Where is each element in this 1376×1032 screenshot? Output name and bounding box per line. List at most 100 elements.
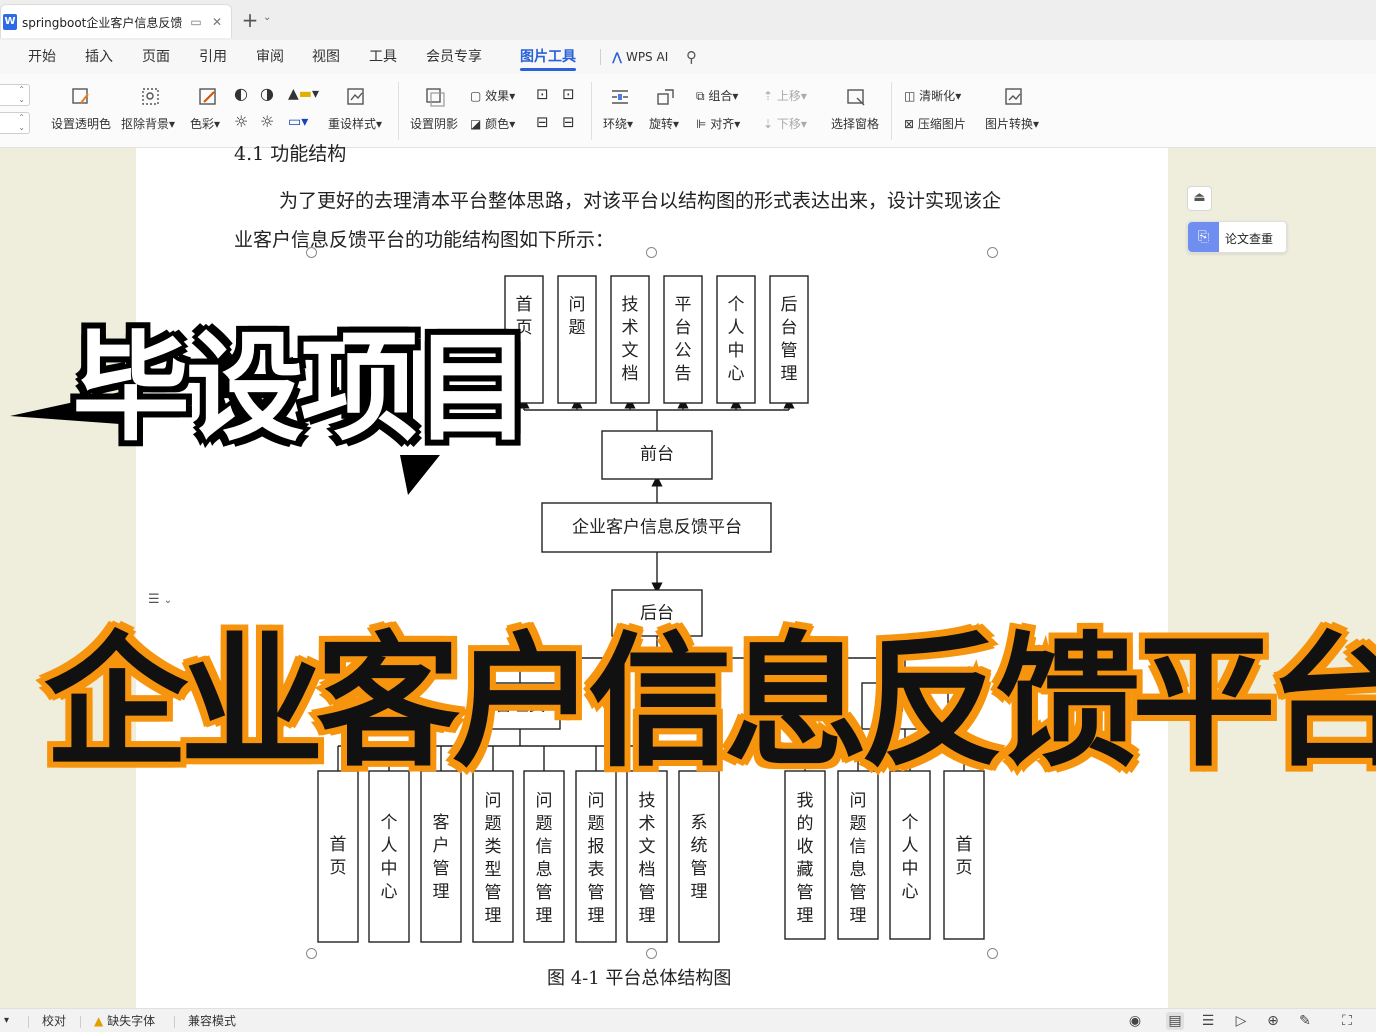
menu-tools[interactable]: 工具	[369, 47, 397, 67]
effect-icon: ▢	[470, 89, 482, 103]
reset-style-button[interactable]: 重设样式▾	[328, 116, 382, 132]
fill-color-icon[interactable]: ▲▬▾	[288, 86, 319, 102]
status-divider	[174, 1016, 175, 1028]
resize-handle-bottom-right[interactable]	[987, 948, 998, 959]
color-button[interactable]: ◪ 颜色▾	[470, 116, 515, 132]
rotate-label: 旋转	[649, 117, 674, 131]
wrap-text-icon[interactable]	[609, 86, 631, 108]
menu-page[interactable]: 页面	[142, 47, 170, 67]
select-pane-button[interactable]: 选择窗格	[831, 116, 879, 132]
move-up-button[interactable]: ⇡ 上移▾	[763, 88, 807, 104]
menu-picture-tools[interactable]: 图片工具	[520, 47, 576, 67]
document-tab-title: springboot企业客户信息反馈	[22, 16, 183, 30]
paper-check-button[interactable]: ⎘ 论文查重	[1187, 221, 1287, 253]
shadow-offset-right-icon[interactable]: ⊟	[562, 114, 575, 130]
menu-divider	[600, 49, 601, 65]
compress-icon: ⊠	[904, 117, 915, 131]
set-transparent-icon[interactable]	[70, 86, 92, 108]
border-color-icon[interactable]: ▭▾	[288, 114, 308, 130]
image-convert-icon[interactable]	[1003, 86, 1025, 108]
document-tab[interactable]: W springboot企业客户信息反馈 ▭ ✕	[0, 4, 232, 38]
sharpen-icon: ◫	[904, 89, 916, 103]
shadow-offset-left-icon[interactable]: ⊟	[536, 114, 549, 130]
wps-ai-icon: ⋀	[612, 50, 623, 64]
status-bar: ▾ 校对 ▲ 缺失字体 兼容模式 ◉ ▤ ☰ ▷ ⊕ ✎ ⛶	[0, 1008, 1376, 1032]
new-tab-button[interactable]: +	[240, 8, 260, 32]
resize-handle-bottom-left[interactable]	[306, 948, 317, 959]
color-icon: ◪	[470, 117, 482, 131]
tab-window-icon[interactable]: ▭	[187, 13, 205, 31]
color-adjust-button[interactable]: 色彩▾	[190, 116, 220, 132]
page-indicator-icon[interactable]: ▾	[4, 1013, 9, 1029]
menu-view[interactable]: 视图	[312, 47, 340, 67]
shadow-offset-up-icon[interactable]: ⊡	[536, 86, 549, 102]
reset-style-icon[interactable]	[345, 86, 367, 108]
paper-check-label: 论文查重	[1225, 232, 1274, 246]
pen-icon[interactable]: ✎	[1296, 1012, 1314, 1030]
remove-background-icon[interactable]	[140, 86, 162, 108]
page-view-icon[interactable]: ▤	[1166, 1012, 1184, 1030]
group-icon: ⧉	[696, 89, 705, 103]
wrap-button[interactable]: 环绕▾	[603, 116, 633, 132]
close-tab-icon[interactable]: ✕	[208, 13, 226, 31]
rotate-icon[interactable]	[655, 86, 677, 108]
set-shadow-button[interactable]: 设置阴影	[410, 116, 458, 132]
group-label: 组合	[708, 89, 733, 103]
select-pane-icon[interactable]	[845, 86, 867, 108]
web-view-icon[interactable]: ⊕	[1264, 1012, 1282, 1030]
set-transparent-button[interactable]: 设置透明色	[51, 116, 111, 132]
status-divider	[28, 1016, 29, 1028]
wps-ai-label: WPS AI	[625, 50, 669, 64]
paragraph-line-1: 为了更好的去理清本平台整体思路，对该平台以结构图的形式表达出来，设计实现该企	[279, 190, 1002, 212]
collapse-up-icon[interactable]: ⏏	[1187, 186, 1212, 211]
rotate-button[interactable]: 旋转▾	[649, 116, 679, 132]
shadow-offset-down-icon[interactable]: ⊡	[562, 86, 575, 102]
effect-button[interactable]: ▢ 效果▾	[470, 88, 515, 104]
resize-handle-top[interactable]	[646, 247, 657, 258]
move-down-button[interactable]: ⇣ 下移▾	[763, 116, 807, 132]
chevron-down-icon[interactable]: ⌄	[263, 12, 271, 23]
missing-font-button[interactable]: ▲ 缺失字体	[94, 1013, 155, 1029]
move-down-label: 下移	[776, 117, 801, 131]
proofread-button[interactable]: 校对	[42, 1013, 66, 1029]
color-adjust-icon[interactable]	[197, 86, 219, 108]
eye-icon[interactable]: ◉	[1126, 1012, 1144, 1030]
remove-background-label: 抠除背景	[121, 117, 170, 131]
menu-member[interactable]: 会员专享	[426, 47, 482, 67]
menu-references[interactable]: 引用	[199, 47, 227, 67]
search-icon[interactable]: ⚲	[686, 47, 697, 67]
image-convert-button[interactable]: 图片转换▾	[985, 116, 1039, 132]
ribbon-divider	[398, 82, 399, 140]
sharpen-button[interactable]: ◫ 清晰化▾	[904, 88, 961, 104]
group-button[interactable]: ⧉ 组合▾	[696, 88, 738, 104]
contrast-up-icon[interactable]: ◐	[234, 86, 248, 102]
brightness-up-icon[interactable]: ☼	[234, 114, 248, 130]
wps-ai-button[interactable]: ⋀ WPS AI	[612, 47, 668, 67]
overlay-title-top: 毕设项目	[68, 315, 536, 461]
color-adjust-label: 色彩	[190, 117, 215, 131]
menu-insert[interactable]: 插入	[85, 47, 113, 67]
play-icon[interactable]: ▷	[1232, 1012, 1250, 1030]
paper-check-icon: ⎘	[1188, 222, 1219, 252]
compress-image-button[interactable]: ⊠ 压缩图片	[904, 116, 966, 132]
wps-writer-icon: W	[3, 14, 17, 30]
resize-handle-bottom[interactable]	[646, 948, 657, 959]
remove-background-button[interactable]: 抠除背景▾	[121, 116, 175, 132]
contrast-down-icon[interactable]: ◑	[260, 86, 274, 102]
menu-home[interactable]: 开始	[28, 47, 56, 67]
image-convert-label: 图片转换	[985, 117, 1034, 131]
size-spinner-width[interactable]: ⌃ ⌄	[0, 112, 30, 134]
warning-icon: ▲	[94, 1014, 104, 1028]
outline-view-icon[interactable]: ☰	[1199, 1012, 1217, 1030]
fullscreen-icon[interactable]: ⛶	[1338, 1012, 1356, 1030]
compat-mode-label: 兼容模式	[188, 1014, 237, 1028]
paragraph-line-2: 业客户信息反馈平台的功能结构图如下所示：	[234, 229, 615, 251]
resize-handle-top-right[interactable]	[987, 247, 998, 258]
menu-review[interactable]: 审阅	[256, 47, 284, 67]
size-spinner-height[interactable]: ⌃ ⌄	[0, 84, 30, 106]
brightness-down-icon[interactable]: ☼	[260, 114, 274, 130]
align-button[interactable]: ⊫ 对齐▾	[696, 116, 740, 132]
resize-handle-top-left[interactable]	[306, 247, 317, 258]
menu-bar: 开始 插入 页面 引用 审阅 视图 工具 会员专享 图片工具 ⋀ WPS AI …	[0, 40, 1376, 74]
set-shadow-icon[interactable]	[424, 86, 446, 108]
